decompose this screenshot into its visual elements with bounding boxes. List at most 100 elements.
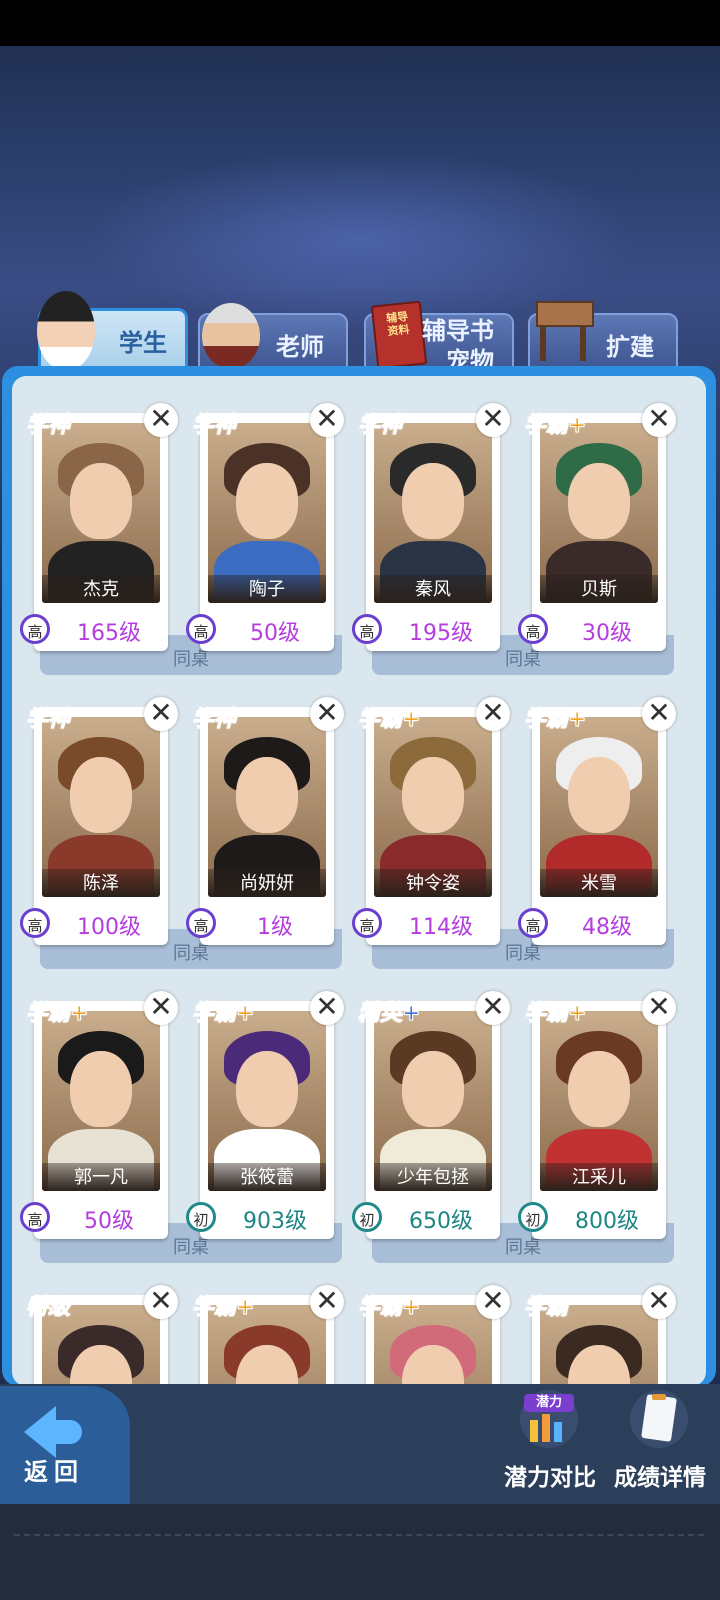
remove-close-icon[interactable]: ✕ bbox=[642, 403, 676, 437]
student-name: 杰克 bbox=[83, 579, 119, 600]
rank-badge: 学霸+ bbox=[191, 1295, 255, 1321]
tab-students-label: 学生 bbox=[119, 329, 167, 357]
back-button[interactable]: 返回 bbox=[0, 1386, 130, 1504]
student-card[interactable]: 张筱蕾 学霸+ ✕ 初 903级 bbox=[186, 991, 344, 1239]
remove-close-icon[interactable]: ✕ bbox=[642, 1285, 676, 1319]
student-level: 50级 bbox=[84, 1209, 134, 1234]
remove-close-icon[interactable]: ✕ bbox=[476, 697, 510, 731]
rank-badge: 精英+ bbox=[357, 1001, 421, 1027]
student-level: 114级 bbox=[409, 915, 473, 940]
bar-chart-icon: 潜力 bbox=[520, 1390, 578, 1448]
teacher-tab-avatar-icon bbox=[202, 303, 260, 369]
student-level: 30级 bbox=[582, 621, 632, 646]
rank-badge: 学神 bbox=[25, 413, 71, 439]
student-card[interactable]: 江采儿 学霸+ ✕ 初 800级 bbox=[518, 991, 676, 1239]
grade-badge: 高 bbox=[518, 908, 548, 938]
book-icon: 辅导 资料 bbox=[370, 300, 428, 370]
grade-badge: 高 bbox=[186, 908, 216, 938]
grade-badge: 高 bbox=[518, 614, 548, 644]
back-label: 返回 bbox=[24, 1458, 84, 1486]
student-card[interactable]: 钟令姿 学霸+ ✕ 高 114级 bbox=[352, 697, 510, 945]
desk-icon bbox=[536, 301, 594, 363]
bottom-toolbar: 返回 潜力 潜力对比 成绩详情 bbox=[0, 1384, 720, 1600]
student-card[interactable]: 少年包拯 精英+ ✕ 初 650级 bbox=[352, 991, 510, 1239]
remove-close-icon[interactable]: ✕ bbox=[476, 991, 510, 1025]
student-card[interactable]: 学霸+ ✕ bbox=[357, 1285, 510, 1386]
student-level: 50级 bbox=[250, 621, 300, 646]
student-card[interactable]: 杰克 学神 ✕ 高 165级 bbox=[20, 403, 178, 651]
potential-compare-button[interactable]: 潜力 潜力对比 bbox=[500, 1384, 600, 1504]
tab-teachers-label: 老师 bbox=[276, 333, 324, 361]
remove-close-icon[interactable]: ✕ bbox=[310, 1285, 344, 1319]
student-name: 江采儿 bbox=[572, 1167, 626, 1188]
remove-close-icon[interactable]: ✕ bbox=[642, 991, 676, 1025]
divider bbox=[14, 1534, 704, 1536]
potential-compare-label: 潜力对比 bbox=[504, 1465, 596, 1491]
student-name: 陶子 bbox=[249, 579, 285, 600]
remove-close-icon[interactable]: ✕ bbox=[144, 403, 178, 437]
student-name: 秦风 bbox=[415, 579, 451, 600]
student-card[interactable]: 尚妍妍 学神 ✕ 高 1级 bbox=[186, 697, 344, 945]
student-name: 贝斯 bbox=[581, 579, 617, 600]
rank-badge: 学霸+ bbox=[523, 1001, 587, 1027]
tab-expand-label: 扩建 bbox=[606, 333, 654, 361]
report-clipboard-icon bbox=[630, 1390, 688, 1448]
tab-expand[interactable]: 扩建 bbox=[528, 301, 678, 371]
grade-badge: 初 bbox=[518, 1202, 548, 1232]
grade-badge: 高 bbox=[352, 908, 382, 938]
remove-close-icon[interactable]: ✕ bbox=[476, 403, 510, 437]
remove-close-icon[interactable]: ✕ bbox=[642, 697, 676, 731]
student-portrait: 陈泽 bbox=[42, 717, 160, 897]
student-tab-avatar-icon bbox=[37, 291, 95, 371]
status-bar bbox=[0, 0, 720, 46]
student-portrait: 江采儿 bbox=[540, 1011, 658, 1191]
grade-badge: 高 bbox=[20, 1202, 50, 1232]
student-card[interactable]: 学霸+ ✕ bbox=[191, 1285, 344, 1386]
student-portrait: 贝斯 bbox=[540, 423, 658, 603]
remove-close-icon[interactable]: ✕ bbox=[144, 991, 178, 1025]
remove-close-icon[interactable]: ✕ bbox=[144, 1285, 178, 1319]
remove-close-icon[interactable]: ✕ bbox=[310, 991, 344, 1025]
student-portrait: 秦风 bbox=[374, 423, 492, 603]
student-portrait: 钟令姿 bbox=[374, 717, 492, 897]
tab-teachers[interactable]: 老师 bbox=[198, 303, 348, 371]
student-portrait: 杰克 bbox=[42, 423, 160, 603]
student-card[interactable]: 学霸 ✕ bbox=[523, 1285, 676, 1386]
student-card[interactable]: 米雪 学霸+ ✕ 高 48级 bbox=[518, 697, 676, 945]
student-card[interactable]: 贝斯 学霸+ ✕ 高 30级 bbox=[518, 403, 676, 651]
rank-badge: 学神 bbox=[357, 413, 403, 439]
remove-close-icon[interactable]: ✕ bbox=[310, 403, 344, 437]
student-name: 少年包拯 bbox=[397, 1167, 469, 1188]
remove-close-icon[interactable]: ✕ bbox=[144, 697, 178, 731]
student-card[interactable]: 陈泽 学神 ✕ 高 100级 bbox=[20, 697, 178, 945]
student-name: 张筱蕾 bbox=[240, 1167, 294, 1188]
student-card[interactable]: 陶子 学神 ✕ 高 50级 bbox=[186, 403, 344, 651]
remove-close-icon[interactable]: ✕ bbox=[476, 1285, 510, 1319]
student-card[interactable]: 郭一凡 学霸+ ✕ 高 50级 bbox=[20, 991, 178, 1239]
student-level: 100级 bbox=[77, 915, 141, 940]
remove-close-icon[interactable]: ✕ bbox=[310, 697, 344, 731]
tab-students[interactable]: 学生 bbox=[37, 291, 188, 372]
student-card[interactable]: 特级 ✕ bbox=[25, 1285, 178, 1386]
rank-badge: 学神 bbox=[25, 707, 71, 733]
grade-badge: 高 bbox=[352, 614, 382, 644]
students-grid[interactable]: 同桌 同桌 同桌 同桌 同桌 同桌 杰克 学神 ✕ 高 165级 陶子 学神 ✕ 高 50级 秦风 学神 ✕ 高 195… bbox=[12, 376, 706, 1386]
rank-badge: 学霸+ bbox=[191, 1001, 255, 1027]
grade-badge: 高 bbox=[186, 614, 216, 644]
grade-badge: 高 bbox=[20, 908, 50, 938]
student-name: 尚妍妍 bbox=[240, 873, 294, 894]
rank-badge: 学霸+ bbox=[523, 413, 587, 439]
student-card[interactable]: 秦风 学神 ✕ 高 195级 bbox=[352, 403, 510, 651]
student-level: 800级 bbox=[575, 1209, 639, 1234]
student-level: 650级 bbox=[409, 1209, 473, 1234]
tab-books-pets[interactable]: 辅导 资料 辅导书 宠物 bbox=[364, 300, 514, 375]
grade-details-label: 成绩详情 bbox=[614, 1465, 706, 1491]
rank-badge: 学霸+ bbox=[25, 1001, 89, 1027]
grade-details-button[interactable]: 成绩详情 bbox=[610, 1384, 710, 1504]
student-level: 165级 bbox=[77, 621, 141, 646]
student-portrait: 陶子 bbox=[208, 423, 326, 603]
rank-badge: 学神 bbox=[191, 413, 237, 439]
grade-badge: 初 bbox=[352, 1202, 382, 1232]
rank-badge: 学霸+ bbox=[357, 707, 421, 733]
student-portrait: 少年包拯 bbox=[374, 1011, 492, 1191]
